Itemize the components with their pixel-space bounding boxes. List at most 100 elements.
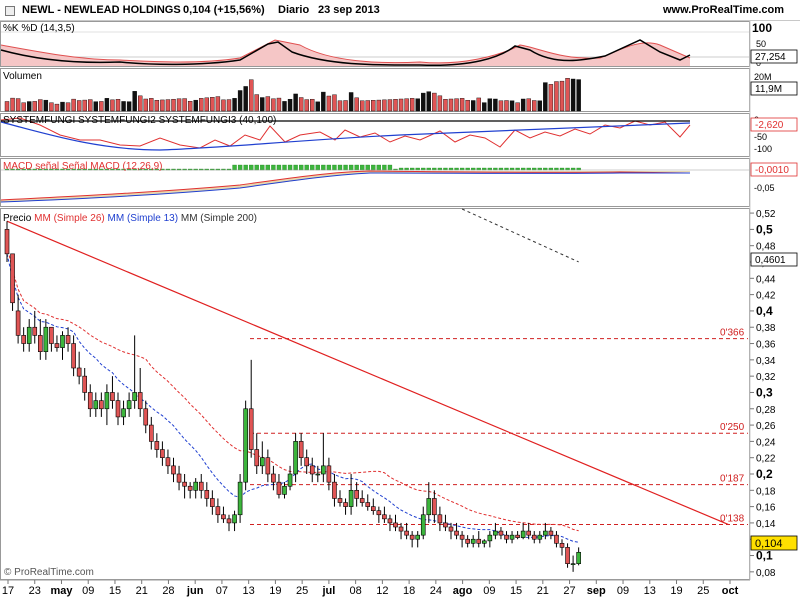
volume-bar (437, 95, 443, 112)
candle (470, 535, 476, 548)
volume-bar (126, 101, 132, 112)
x-tick-label: 15 (510, 585, 522, 597)
x-tick-label: 13 (243, 585, 255, 597)
volume-bar (365, 100, 370, 112)
stoch-label: %K %D (14,3,5) (3, 23, 75, 34)
x-tick-label: 19 (269, 585, 281, 597)
x-tick-label: 27 (563, 585, 575, 597)
volume-bar (454, 98, 459, 112)
candle (87, 384, 93, 417)
candle (49, 326, 54, 352)
volume-bar (348, 92, 354, 112)
x-tick-label: 07 (216, 585, 228, 597)
y-tick-label: 0,18 (756, 486, 776, 497)
volume-bar (154, 100, 160, 112)
macd-bar (387, 164, 393, 171)
macd-bar (249, 164, 254, 171)
macd-signal-line (0, 172, 690, 203)
x-tick-label: 13 (644, 585, 656, 597)
macd-bar (332, 164, 337, 171)
macd-bar (376, 164, 382, 171)
macd-bar (360, 164, 365, 171)
y-tick-label: 0,3 (756, 385, 773, 399)
volume-bar (570, 78, 576, 112)
x-tick-label: 23 (29, 585, 41, 597)
stochastic-lines: %K %D (14,3,5) 100 50 0 27,254 (0, 21, 798, 68)
volume-bar (187, 101, 193, 112)
volume-bar (298, 97, 304, 112)
volume-bar (421, 92, 426, 112)
volume-bar (520, 98, 526, 112)
x-tick-label: 12 (376, 585, 388, 597)
candle (10, 253, 15, 311)
candle (221, 506, 226, 523)
x-tick-label: 18 (403, 585, 415, 597)
volume-bars (4, 77, 581, 112)
candle (193, 478, 198, 499)
candle (315, 465, 321, 483)
candle (509, 531, 515, 544)
volume-bar (260, 97, 265, 112)
trendline (6, 220, 729, 526)
ma26-legend: MM (Simple 26) (34, 213, 105, 224)
volume-bar (115, 99, 121, 112)
macd-bar (326, 164, 332, 171)
volume-bar (415, 98, 420, 112)
candle (415, 531, 421, 548)
candle (204, 482, 210, 507)
candle (198, 474, 204, 499)
volume-bar (38, 99, 43, 112)
volume-value: 11,9M (755, 84, 782, 95)
candle (154, 433, 160, 458)
y-tick-label: 0,48 (756, 242, 776, 253)
candle (443, 514, 448, 532)
candle (99, 392, 104, 417)
candle (465, 535, 470, 548)
y-tick-label: 0,14 (756, 519, 776, 530)
ma200-value: 0,4601 (755, 255, 786, 266)
volume-bar (88, 99, 93, 112)
volume-bar (343, 100, 348, 112)
candle (543, 522, 548, 540)
stock-chart[interactable]: %K %D (14,3,5) 100 50 0 27,254 Volumen 2… (0, 0, 800, 600)
candle (398, 522, 404, 540)
x-tick-label: may (50, 585, 73, 597)
candle (149, 416, 154, 450)
volume-bar (4, 101, 10, 112)
y-tick-label: 0,34 (756, 356, 776, 367)
volume-bar (132, 91, 137, 112)
macd-bar (265, 164, 271, 171)
candle (337, 490, 343, 507)
candle (309, 457, 315, 483)
volume-bar (332, 94, 337, 112)
candle (115, 392, 121, 426)
candle (365, 494, 371, 511)
x-tick-label: 21 (136, 585, 148, 597)
ma13-legend: MM (Simple 13) (108, 213, 179, 224)
candle (548, 527, 554, 540)
volume-bar (99, 101, 104, 112)
volume-bar (310, 98, 315, 112)
candle (537, 531, 543, 544)
price-candles (4, 221, 581, 572)
volume-label: Volumen (3, 71, 42, 82)
candle (576, 547, 581, 566)
candle (110, 376, 115, 409)
candle (354, 482, 359, 507)
candle (481, 539, 487, 548)
macd-bar (260, 164, 265, 171)
candle (526, 522, 532, 540)
candle (476, 531, 482, 548)
candle (493, 522, 498, 540)
volume-bar (487, 98, 493, 112)
candle (215, 498, 221, 523)
volume-bar (398, 98, 404, 112)
candle (187, 482, 193, 499)
volume-bar (10, 97, 15, 112)
y-tick-label: 0,4 (756, 304, 773, 318)
x-tick-label: ago (453, 585, 473, 597)
candle (531, 531, 537, 544)
x-tick-label: 09 (483, 585, 495, 597)
volume-bar (165, 99, 171, 112)
macd-label: MACD señal Señal MACD (12,26,9) (3, 161, 163, 172)
